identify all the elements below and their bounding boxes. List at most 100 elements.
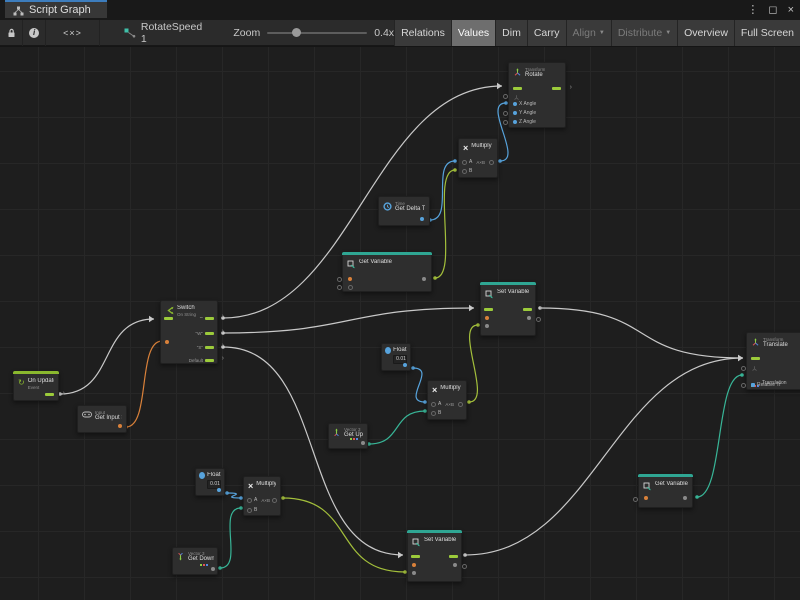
value-output-port[interactable] — [453, 563, 457, 567]
chevron-right-icon: › — [540, 305, 542, 312]
input-b-port[interactable] — [431, 411, 436, 416]
port-x-angle[interactable]: X Angle — [513, 101, 536, 107]
node-switch-on-string[interactable]: Switch On String "" "W" "S" Default › › … — [160, 300, 218, 364]
node-set-variable-2[interactable]: Set Variable › — [407, 530, 462, 582]
variable-name-port[interactable] — [485, 316, 489, 320]
case-flow-port[interactable] — [205, 332, 214, 335]
unconnected-port-dot — [503, 111, 508, 116]
target-transform-port-icon[interactable] — [513, 94, 520, 101]
variable-box-icon — [643, 482, 652, 491]
port-relative-to[interactable]: Relative Tr — [751, 382, 781, 388]
node-translate[interactable]: Transform Translate Translation Relative… — [746, 332, 800, 390]
node-get-delta-time[interactable]: Time Get Delta Time — [378, 196, 430, 226]
node-title: Multiply — [440, 385, 460, 392]
variable-name-port[interactable] — [644, 496, 648, 500]
node-float-1[interactable]: Float 0.01 — [381, 343, 411, 371]
variable-name-port[interactable] — [412, 563, 416, 567]
unconnected-port-dot — [503, 120, 508, 125]
multiply-icon: × — [463, 144, 468, 153]
unconnected-port-dot — [337, 285, 342, 290]
node-title: Multiply — [471, 143, 491, 150]
multiply-icon: × — [432, 386, 437, 395]
node-set-variable-1[interactable]: Set Variable › — [480, 282, 536, 336]
input-a-port[interactable] — [462, 160, 467, 165]
case-row[interactable]: Default — [189, 358, 214, 363]
value-input-port[interactable] — [485, 324, 489, 328]
port-y-angle[interactable]: Y Angle — [513, 110, 536, 116]
node-title: Multiply — [256, 481, 276, 488]
flow-out-port[interactable] — [449, 555, 458, 558]
node-multiply-3[interactable]: × Multiply AA×B B — [243, 476, 281, 516]
flow-out-port[interactable] — [552, 87, 561, 90]
input-b-port[interactable] — [247, 508, 252, 513]
unconnected-port-dot — [503, 94, 508, 99]
vector-output-port[interactable] — [361, 441, 365, 445]
node-get-down[interactable]: Vector 3 Get Down — [172, 547, 218, 575]
vector-output-port[interactable] — [211, 567, 215, 571]
node-title: Set Variable — [424, 537, 456, 544]
node-multiply-1[interactable]: × Multiply AA×B B — [458, 138, 498, 178]
variable-name-port[interactable] — [348, 277, 352, 281]
case-row[interactable]: "" — [200, 316, 214, 321]
result-output-port[interactable] — [458, 402, 463, 407]
node-on-update[interactable]: ↻ On Update Event › — [13, 371, 59, 401]
float-icon — [199, 472, 205, 479]
node-get-variable-2[interactable]: Get Variable — [638, 474, 693, 508]
unconnected-port-dot — [462, 564, 467, 569]
variable-box-icon — [347, 260, 356, 269]
input-a-port[interactable] — [247, 498, 252, 503]
clock-icon — [383, 202, 392, 211]
unconnected-port-dot — [741, 383, 746, 388]
fallback-port[interactable] — [348, 285, 353, 290]
value-input-port[interactable] — [412, 571, 416, 575]
result-output-port[interactable] — [489, 160, 494, 165]
chevron-right-icon: › — [466, 552, 468, 559]
float-output-port[interactable] — [420, 217, 424, 221]
node-title: Set Variable — [497, 289, 529, 296]
chevron-right-icon: › — [222, 355, 224, 362]
value-output-port[interactable] — [683, 496, 687, 500]
branch-icon — [165, 306, 174, 315]
node-float-2[interactable]: Float 0.01 — [195, 468, 225, 496]
value-output-port[interactable] — [527, 316, 531, 320]
node-get-variable-1[interactable]: Get Variable — [342, 252, 432, 292]
node-title: Get Delta Time — [395, 206, 425, 213]
flow-in-port[interactable] — [751, 357, 760, 360]
chevron-right-icon: › — [222, 313, 224, 320]
input-b-port[interactable] — [462, 169, 467, 174]
case-row[interactable]: "W" — [196, 331, 214, 336]
vector3-down-icon — [176, 552, 185, 561]
float-output-port[interactable] — [403, 363, 407, 367]
flow-out-port[interactable] — [523, 308, 532, 311]
value-output-port[interactable] — [422, 277, 426, 281]
node-title: Switch — [177, 305, 196, 312]
float-output-port[interactable] — [217, 488, 221, 492]
multiply-icon: × — [248, 482, 253, 491]
flow-in-port[interactable] — [484, 308, 493, 311]
vector3-up-icon — [332, 428, 341, 437]
flow-out-port[interactable] — [45, 393, 54, 396]
case-flow-port[interactable] — [205, 317, 214, 320]
case-flow-port[interactable] — [205, 346, 214, 349]
update-loop-icon: ↻ — [18, 379, 25, 387]
chevron-right-icon: › — [570, 84, 572, 91]
flow-in-port[interactable] — [164, 317, 173, 320]
selector-port[interactable] — [165, 340, 169, 344]
target-transform-port-icon[interactable] — [751, 365, 758, 372]
string-output-port[interactable] — [118, 424, 122, 428]
transform-gizmo-icon — [751, 338, 760, 347]
case-flow-port[interactable] — [205, 359, 214, 362]
input-a-port[interactable] — [431, 402, 436, 407]
node-multiply-2[interactable]: × Multiply AA×B B — [427, 380, 467, 420]
node-subtitle: On String — [177, 312, 196, 317]
node-get-up[interactable]: Vector 3 Get Up — [328, 423, 368, 449]
flow-in-port[interactable] — [411, 555, 420, 558]
flow-in-port[interactable] — [513, 87, 522, 90]
node-rotate[interactable]: Transform Rotate X Angle Y Angle Z Angle… — [508, 62, 566, 128]
port-z-angle[interactable]: Z Angle — [513, 119, 536, 125]
case-row[interactable]: "S" — [197, 345, 214, 350]
node-subtitle: Event — [28, 385, 54, 390]
result-output-port[interactable] — [272, 498, 277, 503]
unconnected-port-dot — [633, 497, 638, 502]
node-get-input-string[interactable]: Input Get Input Strin — [77, 405, 127, 433]
